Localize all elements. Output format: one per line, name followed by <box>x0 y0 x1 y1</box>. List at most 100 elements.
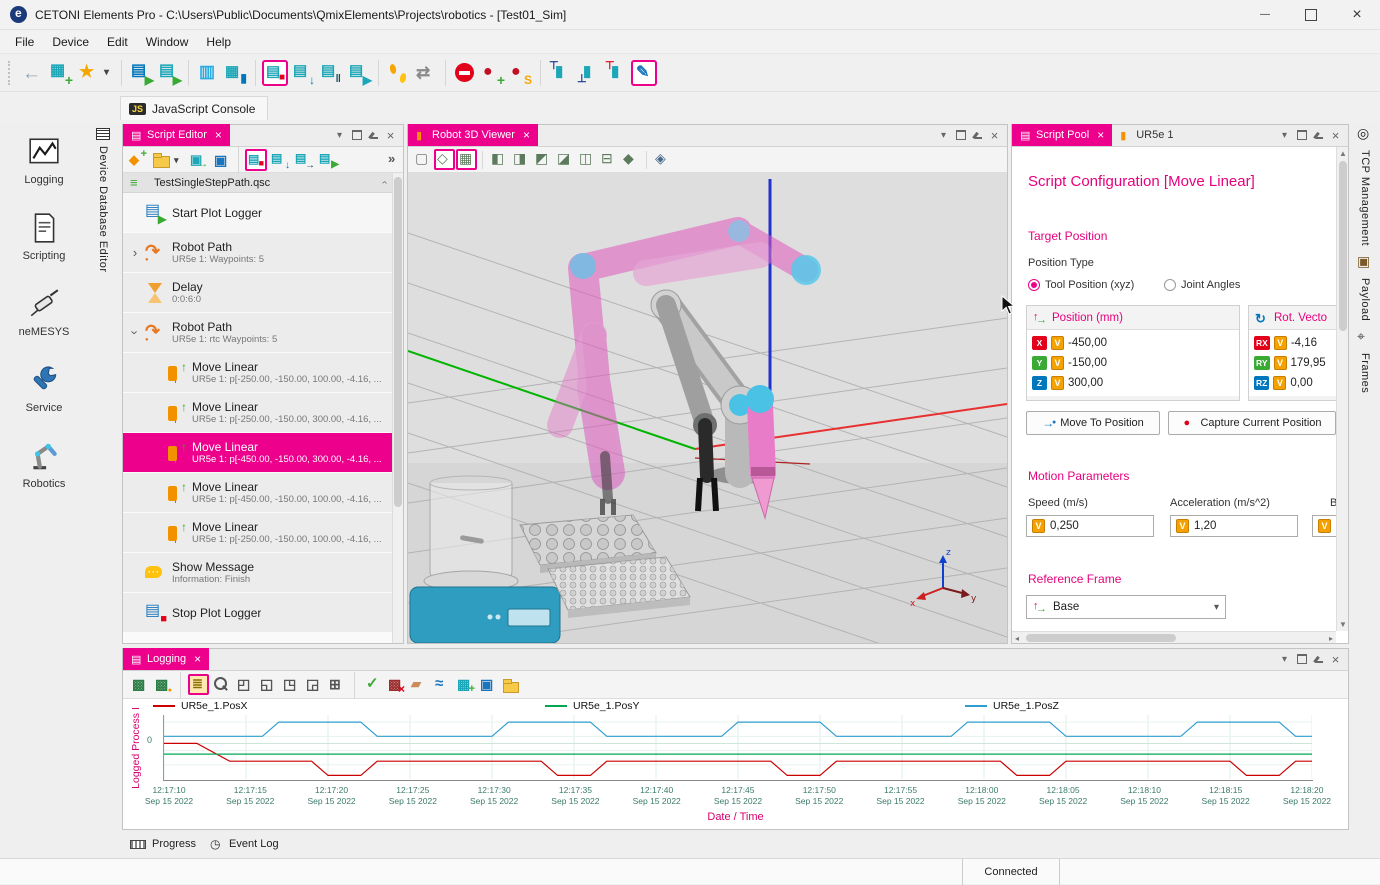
panel-close-icon[interactable] <box>382 127 399 143</box>
chart-config-button[interactable] <box>152 674 173 695</box>
menu-file[interactable]: File <box>6 32 43 52</box>
step-row-delay[interactable]: Delay0:0:6:0 <box>123 273 392 312</box>
step-row-show-message[interactable]: Show MessageInformation: Finish <box>123 553 392 592</box>
record-step-button[interactable] <box>245 149 267 171</box>
tab-script-editor[interactable]: Script Editor × <box>123 124 230 146</box>
panel-menu-icon[interactable] <box>1276 127 1293 143</box>
tab-logging[interactable]: Logging × <box>123 648 209 670</box>
tab-robot-3d-viewer[interactable]: Robot 3D Viewer × <box>408 124 538 146</box>
tab-ur5e-1[interactable]: UR5e 1 <box>1112 124 1181 146</box>
fit-right-button[interactable] <box>280 674 301 695</box>
reference-frame-dropdown[interactable]: Base ▾ <box>1026 595 1226 619</box>
position-x-row[interactable]: X V -450,00 <box>1032 333 1234 353</box>
speed-value[interactable]: 0,250 <box>1050 520 1079 532</box>
toolbar-drag-handle[interactable] <box>8 61 14 85</box>
panel-menu-icon[interactable] <box>331 127 348 143</box>
step-over-button[interactable] <box>293 149 315 171</box>
close-button[interactable] <box>1334 0 1380 30</box>
swap-connections-button[interactable] <box>413 60 439 86</box>
position-z-row[interactable]: Z V 300,00 <box>1032 373 1234 393</box>
rotation-rz-row[interactable]: RZ V 0,00 <box>1254 373 1336 393</box>
run-all-button[interactable] <box>128 60 154 86</box>
panel-pin-icon[interactable] <box>1310 127 1327 143</box>
view-top-button[interactable] <box>576 149 597 170</box>
progress-toggle[interactable]: Progress <box>130 838 196 850</box>
tab-close-icon[interactable]: × <box>194 652 201 666</box>
panel-pin-icon[interactable] <box>1310 651 1327 667</box>
rotation-rz-value[interactable]: 0,00 <box>1290 377 1312 389</box>
rotation-ry-value[interactable]: 179,95 <box>1291 357 1326 369</box>
device-database-editor-strip[interactable]: Device Database Editor <box>88 122 118 834</box>
position-y-row[interactable]: Y V -150,00 <box>1032 353 1234 373</box>
back-button[interactable] <box>19 60 45 86</box>
draw-pen-button[interactable] <box>631 60 657 86</box>
view-right-button[interactable] <box>554 149 575 170</box>
signal-button[interactable] <box>431 674 452 695</box>
annotation-note-button[interactable] <box>188 674 209 695</box>
position-x-value[interactable]: -450,00 <box>1068 337 1107 349</box>
tab-tcp-management[interactable]: TCP Management <box>1359 150 1371 246</box>
open-dropdown-icon[interactable] <box>174 149 184 171</box>
rotation-ry-row[interactable]: RY V 179,95 <box>1254 353 1336 373</box>
delete-chart-button[interactable] <box>385 674 406 695</box>
panel-float-icon[interactable] <box>1293 651 1310 667</box>
fit-all-button[interactable] <box>326 674 347 695</box>
new-script-button[interactable] <box>126 149 148 171</box>
step-play-button[interactable] <box>346 60 372 86</box>
blend-field-cut[interactable]: V <box>1312 515 1336 537</box>
toolbar-overflow-icon[interactable] <box>385 149 401 171</box>
position-z-value[interactable]: 300,00 <box>1068 377 1103 389</box>
menu-window[interactable]: Window <box>137 32 198 52</box>
script-tree-scrollbar[interactable] <box>392 173 403 643</box>
toggle-perspective-button[interactable] <box>434 149 455 170</box>
capture-current-position-button[interactable]: Capture Current Position <box>1168 411 1336 435</box>
device-sync-button[interactable] <box>223 60 249 86</box>
panel-menu-icon[interactable] <box>1276 651 1293 667</box>
acceleration-value[interactable]: 1,20 <box>1194 520 1216 532</box>
step-row-start-plot-logger[interactable]: Start Plot Logger <box>123 193 392 232</box>
chart-export-button[interactable] <box>129 674 150 695</box>
wizard-dropdown-icon[interactable] <box>103 60 115 86</box>
step-row-move-linear-3-selected[interactable]: Move LinearUR5e 1: p[-450.00, -150.00, 3… <box>123 433 392 472</box>
save-script-button[interactable] <box>210 149 232 171</box>
step-row-robot-path-expanded[interactable]: Robot PathUR5e 1: rtc Waypoints: 5 <box>123 313 392 352</box>
script-pool-vscrollbar[interactable]: ▲ ▼ <box>1336 147 1348 631</box>
tab-close-icon[interactable]: × <box>215 128 222 142</box>
panel-menu-icon[interactable] <box>935 127 952 143</box>
rotation-rx-value[interactable]: -4,16 <box>1291 337 1317 349</box>
eraser-button[interactable] <box>408 674 429 695</box>
radio-joint-angles[interactable]: Joint Angles <box>1164 279 1240 291</box>
view-back-button[interactable] <box>510 149 531 170</box>
view-iso-button[interactable] <box>620 149 641 170</box>
tcp-target-icon[interactable] <box>1357 126 1373 142</box>
step-pause-button[interactable] <box>318 60 344 86</box>
tab-close-icon[interactable]: × <box>523 128 530 142</box>
emergency-stop-button[interactable] <box>452 60 478 86</box>
menu-device[interactable]: Device <box>43 32 98 52</box>
robot-3d-scene[interactable]: z x y <box>408 173 1007 643</box>
expander-icon[interactable] <box>127 245 143 260</box>
payload-icon[interactable] <box>1357 254 1373 270</box>
view-front-button[interactable] <box>488 149 509 170</box>
menu-help[interactable]: Help <box>197 32 240 52</box>
service-config-button[interactable] <box>508 60 534 86</box>
open-log-button[interactable] <box>500 674 521 695</box>
toggle-grid-button[interactable] <box>456 149 477 170</box>
step-row-move-linear-5[interactable]: Move LinearUR5e 1: p[-250.00, -150.00, 1… <box>123 513 392 552</box>
sidebar-item-robotics[interactable]: Robotics <box>0 426 88 502</box>
position-y-value[interactable]: -150,00 <box>1068 357 1107 369</box>
minimize-button[interactable] <box>1242 0 1288 30</box>
single-step-record-button[interactable] <box>262 60 288 86</box>
sidebar-item-logging[interactable]: Logging <box>0 122 88 198</box>
marker-bottom-button[interactable] <box>575 60 601 86</box>
panel-float-icon[interactable] <box>952 127 969 143</box>
add-device-button[interactable] <box>47 60 73 86</box>
import-script-button[interactable] <box>186 149 208 171</box>
step-row-robot-path[interactable]: Robot PathUR5e 1: Waypoints: 5 <box>123 233 392 272</box>
panel-float-icon[interactable] <box>1293 127 1310 143</box>
add-table-button[interactable] <box>454 674 475 695</box>
tab-script-pool[interactable]: Script Pool × <box>1012 124 1112 146</box>
sidebar-item-nemesys[interactable]: neMESYS <box>0 274 88 350</box>
tab-frames[interactable]: Frames <box>1359 353 1371 393</box>
step-row-move-linear-1[interactable]: Move LinearUR5e 1: p[-250.00, -150.00, 1… <box>123 353 392 392</box>
